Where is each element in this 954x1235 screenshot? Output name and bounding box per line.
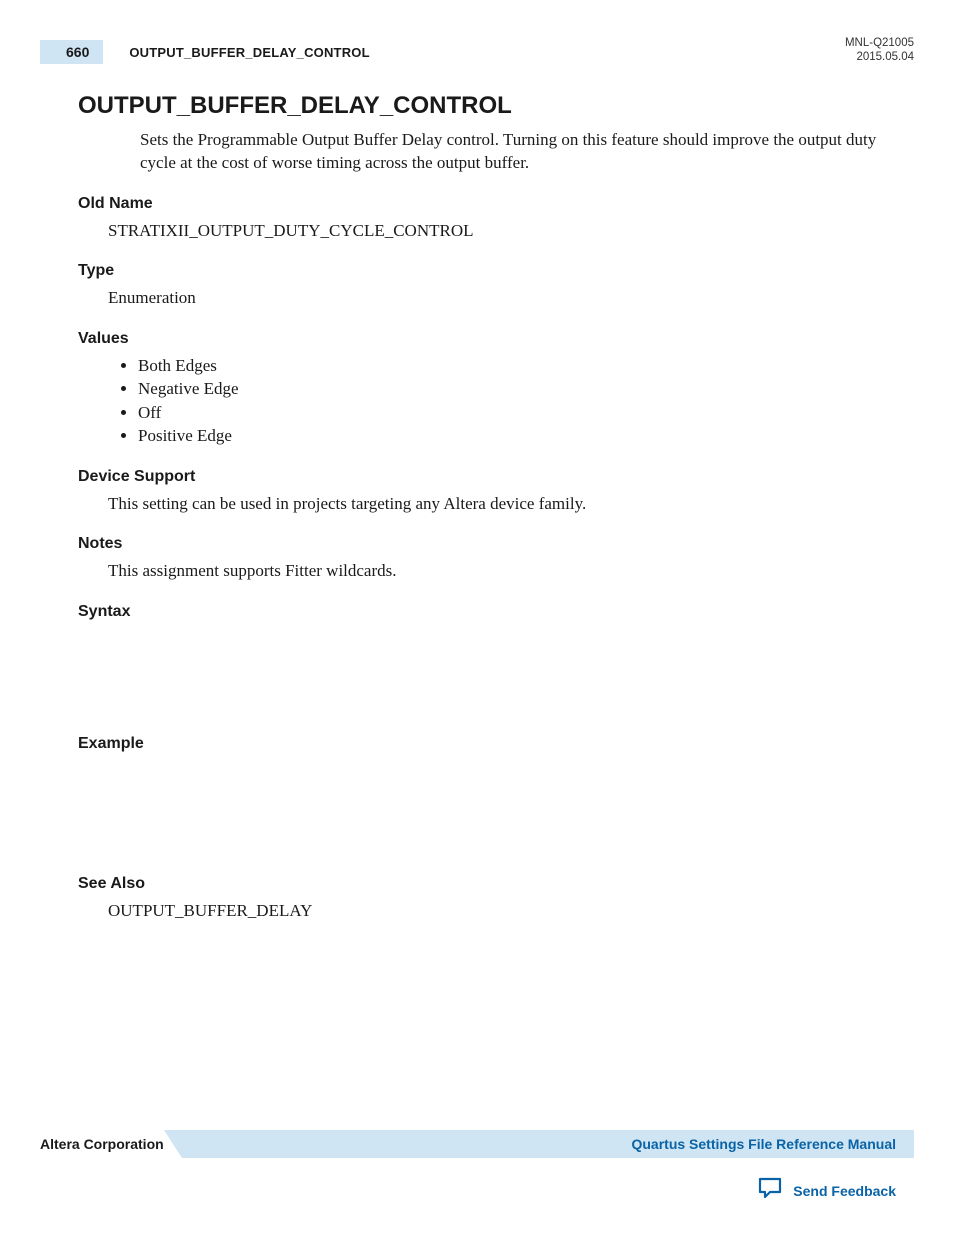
old-name-text: STRATIXII_OUTPUT_DUTY_CYCLE_CONTROL (78, 219, 884, 242)
type-text: Enumeration (78, 286, 884, 309)
page-title: OUTPUT_BUFFER_DELAY_CONTROL (78, 92, 884, 120)
list-item: Off (138, 401, 884, 424)
footer-bar: Altera Corporation Quartus Settings File… (40, 1130, 914, 1158)
example-heading: Example (78, 735, 884, 753)
see-also-heading: See Also (78, 875, 884, 893)
device-support-text: This setting can be used in projects tar… (78, 492, 884, 515)
feedback-icon[interactable] (757, 1176, 783, 1205)
intro-paragraph: Sets the Programmable Output Buffer Dela… (78, 128, 884, 175)
page-header: 660 OUTPUT_BUFFER_DELAY_CONTROL MNL-Q210… (40, 40, 914, 74)
document-page: 660 OUTPUT_BUFFER_DELAY_CONTROL MNL-Q210… (0, 0, 954, 1235)
see-also-text: OUTPUT_BUFFER_DELAY (78, 899, 884, 922)
header-left: 660 OUTPUT_BUFFER_DELAY_CONTROL (40, 40, 914, 64)
values-heading: Values (78, 330, 884, 348)
header-right: MNL-Q21005 2015.05.04 (845, 36, 914, 65)
list-item: Both Edges (138, 354, 884, 377)
notes-heading: Notes (78, 535, 884, 553)
send-feedback-link[interactable]: Send Feedback (793, 1183, 896, 1199)
page-footer: Altera Corporation Quartus Settings File… (40, 1130, 914, 1205)
example-placeholder (78, 759, 884, 855)
doc-id: MNL-Q21005 (845, 36, 914, 50)
feedback-row: Send Feedback (40, 1176, 914, 1205)
notes-text: This assignment supports Fitter wildcard… (78, 559, 884, 582)
running-title: OUTPUT_BUFFER_DELAY_CONTROL (129, 45, 369, 60)
main-content: OUTPUT_BUFFER_DELAY_CONTROL Sets the Pro… (40, 92, 914, 922)
type-heading: Type (78, 262, 884, 280)
syntax-heading: Syntax (78, 603, 884, 621)
page-number-chip: 660 (40, 40, 103, 64)
manual-link[interactable]: Quartus Settings File Reference Manual (631, 1136, 896, 1152)
syntax-placeholder (78, 627, 884, 715)
device-support-heading: Device Support (78, 468, 884, 486)
footer-ribbon: Quartus Settings File Reference Manual (182, 1130, 914, 1158)
list-item: Positive Edge (138, 424, 884, 447)
list-item: Negative Edge (138, 377, 884, 400)
doc-date: 2015.05.04 (845, 50, 914, 64)
footer-company: Altera Corporation (40, 1130, 182, 1158)
old-name-heading: Old Name (78, 195, 884, 213)
values-list: Both Edges Negative Edge Off Positive Ed… (78, 354, 884, 448)
